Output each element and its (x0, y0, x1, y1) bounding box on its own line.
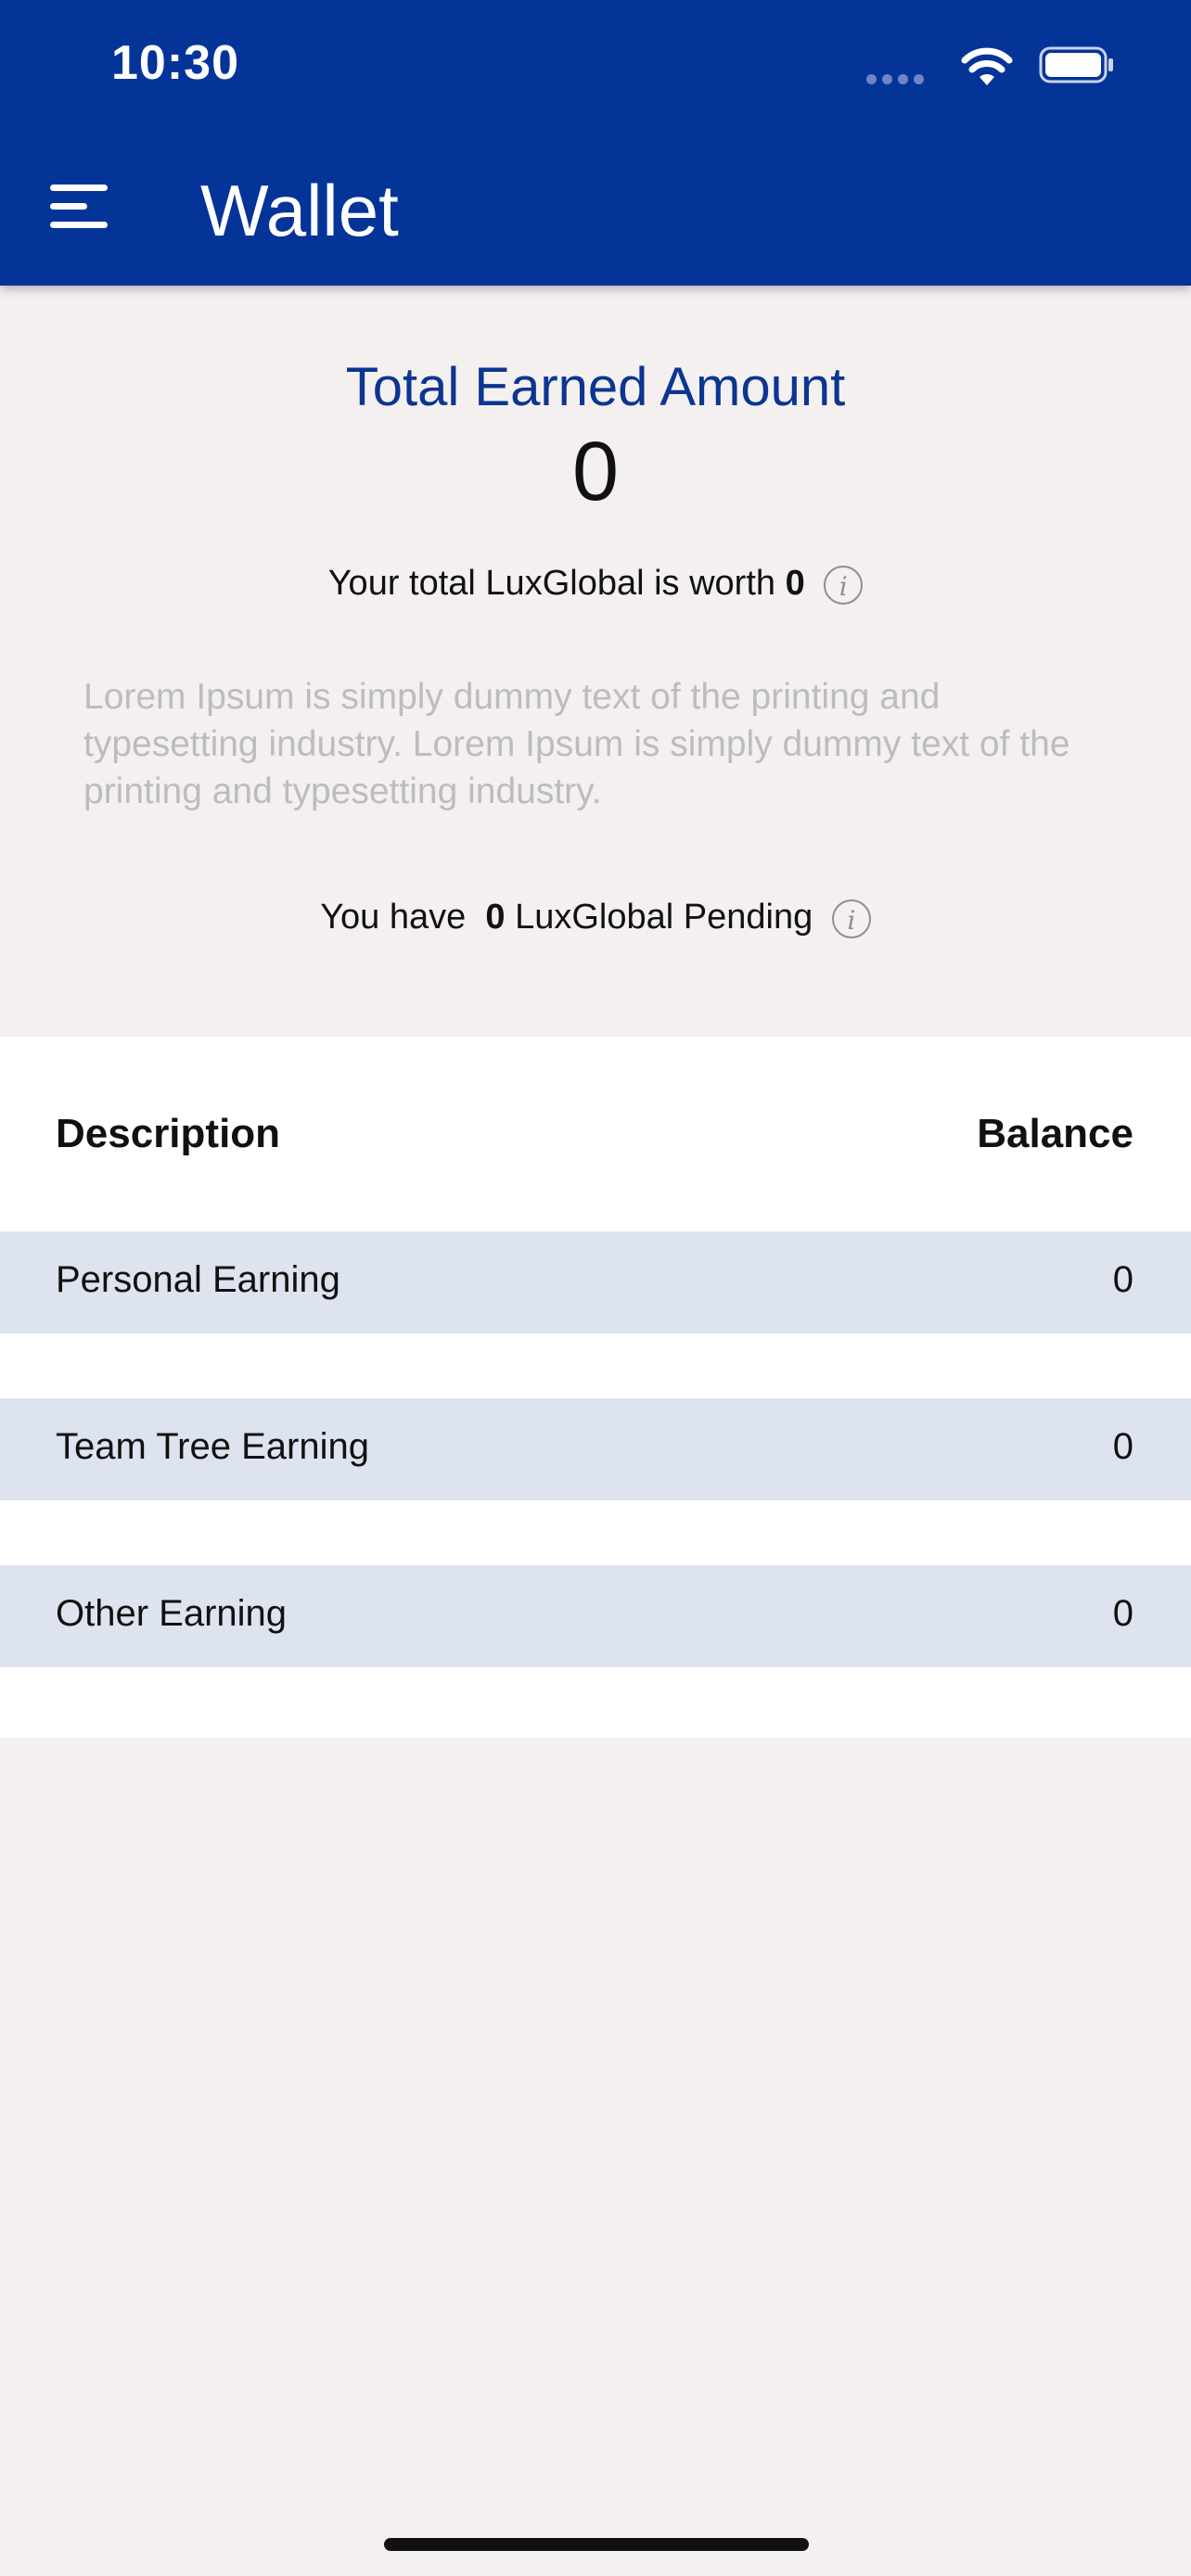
row-balance: 0 (1112, 1593, 1133, 1634)
total-earned-value: 0 (571, 426, 620, 518)
column-header-description: Description (56, 1111, 281, 1156)
cellular-signal-icon (866, 74, 924, 84)
home-indicator (384, 2538, 809, 2551)
worth-line: Your total LuxGlobal is worth 0 i (0, 564, 1191, 605)
pending-suffix: LuxGlobal Pending (515, 898, 813, 937)
app-header: 10:30 Wallet (0, 0, 1191, 286)
column-header-balance: Balance (977, 1111, 1133, 1156)
table-row: Personal Earning 0 (0, 1231, 1191, 1333)
pending-value: 0 (485, 898, 506, 937)
battery-icon (1039, 46, 1113, 83)
table-row: Team Tree Earning 0 (0, 1398, 1191, 1500)
page-title: Wallet (200, 170, 399, 251)
status-time: 10:30 (111, 36, 239, 90)
table-header: Description Balance (0, 1111, 1191, 1194)
wallet-summary: Total Earned Amount 0 Your total LuxGlob… (0, 286, 1191, 1037)
earnings-table: Description Balance Personal Earning 0 T… (0, 1037, 1191, 1738)
row-balance: 0 (1112, 1259, 1133, 1300)
hamburger-menu-icon[interactable] (46, 181, 111, 236)
row-description: Team Tree Earning (56, 1426, 369, 1467)
row-balance: 0 (1112, 1426, 1133, 1467)
wifi-icon (961, 47, 1013, 85)
wallet-description: Lorem Ipsum is simply dummy text of the … (83, 677, 1070, 811)
worth-value: 0 (785, 564, 805, 603)
worth-prefix: Your total LuxGlobal is worth (327, 564, 776, 603)
total-earned-label: Total Earned Amount (345, 357, 846, 417)
pending-line: You have 0 LuxGlobal Pending i (0, 898, 1191, 938)
pending-info-icon[interactable]: i (831, 899, 871, 938)
pending-prefix: You have (320, 898, 467, 937)
row-description: Other Earning (56, 1593, 288, 1634)
table-row: Other Earning 0 (0, 1565, 1191, 1667)
row-description: Personal Earning (56, 1259, 340, 1300)
worth-info-icon[interactable]: i (824, 565, 864, 605)
